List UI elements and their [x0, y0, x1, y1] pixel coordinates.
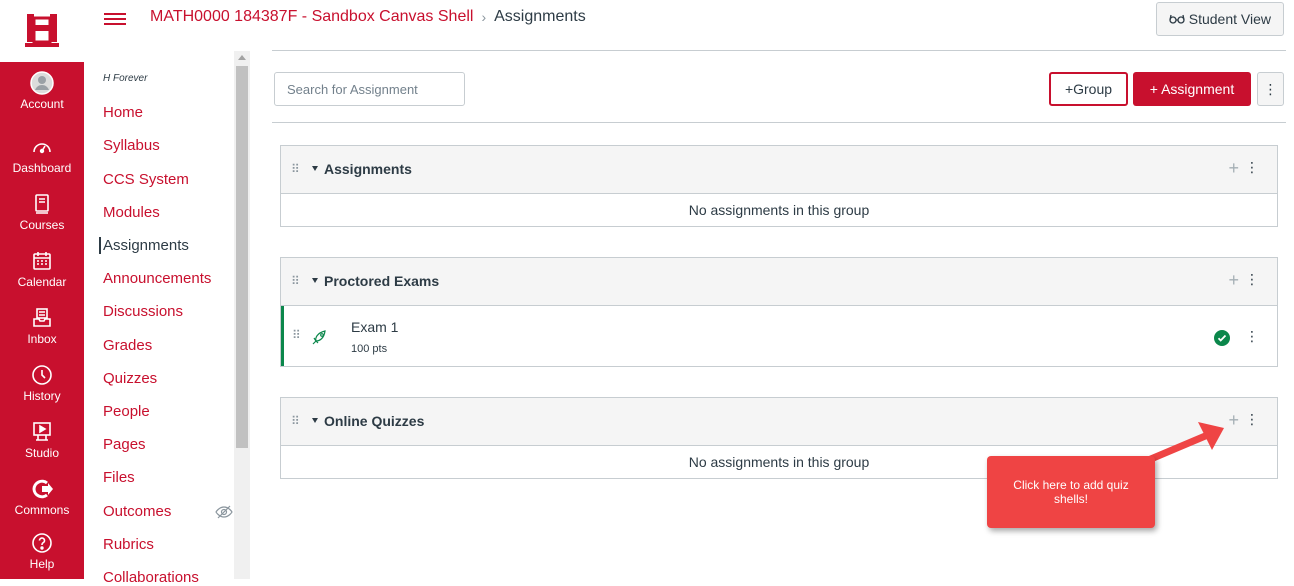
drag-handle-icon[interactable]: ⠿ [291, 414, 301, 428]
global-nav-label: Commons [14, 502, 70, 517]
course-nav: H Forever Home Syllabus CCS System Modul… [84, 51, 234, 586]
global-nav-history[interactable]: History [0, 354, 84, 411]
published-check-icon[interactable] [1214, 330, 1230, 346]
drag-handle-icon[interactable]: ⠿ [291, 162, 301, 176]
add-assignment-button[interactable]: + Assignment [1133, 72, 1251, 106]
assignment-group-header[interactable]: ⠿ Assignments + ⋮ [281, 146, 1277, 194]
annotation-callout: Click here to add quiz shells! [987, 456, 1155, 528]
commons-icon [32, 479, 53, 498]
course-nav-assignments[interactable]: Assignments [99, 237, 189, 254]
assignment-group-title: Online Quizzes [324, 413, 425, 429]
calendar-icon [33, 251, 51, 270]
drag-handle-icon[interactable]: ⠿ [291, 274, 301, 288]
course-nav-pages[interactable]: Pages [103, 436, 146, 453]
add-group-button[interactable]: +Group [1049, 72, 1128, 106]
studio-icon [33, 421, 51, 441]
header-divider [272, 50, 1286, 51]
caret-down-icon[interactable] [312, 418, 318, 423]
account-icon [30, 70, 54, 95]
course-nav-home[interactable]: Home [103, 104, 143, 121]
assignment-group-header[interactable]: ⠿ Proctored Exams + ⋮ [281, 258, 1277, 306]
course-nav-outcomes[interactable]: Outcomes [103, 503, 171, 520]
global-nav-courses[interactable]: Courses [0, 183, 84, 240]
toolbar-divider [272, 122, 1286, 123]
assignment-points: 100 pts [351, 343, 388, 355]
global-nav-dashboard[interactable]: Dashboard [0, 126, 84, 183]
student-view-label: Student View [1188, 11, 1271, 27]
group-menu-icon[interactable]: ⋮ [1245, 271, 1259, 288]
breadcrumb-course-link[interactable]: MATH0000 184387F - Sandbox Canvas Shell [150, 8, 473, 26]
global-nav-help[interactable]: Help [0, 522, 84, 579]
global-nav-commons[interactable]: Commons [0, 468, 84, 525]
global-nav-account[interactable]: Account [0, 62, 84, 119]
global-nav-label: History [23, 388, 61, 403]
global-nav-label: Studio [24, 445, 60, 460]
caret-down-icon[interactable] [312, 166, 318, 171]
assignment-title-link[interactable]: Exam 1 [351, 319, 398, 335]
scroll-up-arrow-icon[interactable] [238, 55, 246, 60]
help-icon [32, 532, 52, 553]
breadcrumb-separator: › [481, 9, 487, 25]
inbox-icon [33, 307, 51, 327]
global-nav-label: Calendar [17, 274, 67, 289]
course-nav-announcements[interactable]: Announcements [103, 270, 211, 287]
course-nav-grades[interactable]: Grades [103, 337, 152, 354]
assignment-group-title: Proctored Exams [324, 273, 440, 289]
course-nav-syllabus[interactable]: Syllabus [103, 137, 160, 154]
global-nav-studio[interactable]: Studio [0, 411, 84, 468]
assignment-group-title: Assignments [324, 161, 412, 177]
course-nav-rubrics[interactable]: Rubrics [103, 536, 154, 553]
page-header: MATH0000 184387F - Sandbox Canvas Shell … [84, 0, 1294, 50]
glasses-icon [1169, 14, 1185, 24]
global-nav-label: Courses [19, 217, 65, 232]
course-nav-ccs-system[interactable]: CCS System [103, 171, 189, 188]
course-nav-collaborations[interactable]: Collaborations [103, 569, 199, 586]
settings-menu-button[interactable]: ⋮ [1257, 72, 1284, 106]
add-to-group-icon[interactable]: + [1228, 270, 1239, 291]
breadcrumb-current: Assignments [494, 8, 586, 25]
group-menu-icon[interactable]: ⋮ [1245, 159, 1259, 176]
empty-group-message: No assignments in this group [688, 202, 870, 218]
course-nav-files[interactable]: Files [103, 469, 135, 486]
hamburger-menu-icon[interactable] [104, 10, 126, 28]
global-nav-label: Help [29, 556, 55, 571]
caret-down-icon[interactable] [312, 278, 318, 283]
dashboard-icon [33, 142, 51, 153]
assignment-group: ⠿ Proctored Exams + ⋮ ⠿ Exam 1 100 pts ⋮ [280, 257, 1278, 367]
course-nav-subtitle: H Forever [103, 73, 148, 84]
university-logo[interactable] [0, 0, 84, 62]
global-nav-label: Inbox [27, 331, 57, 346]
assignment-group: ⠿ Assignments + ⋮ No assignments in this… [280, 145, 1278, 227]
global-nav-calendar[interactable]: Calendar [0, 240, 84, 297]
assignment-menu-icon[interactable]: ⋮ [1245, 328, 1259, 345]
course-nav-modules[interactable]: Modules [103, 204, 160, 221]
quiz-rocket-icon [312, 330, 326, 345]
global-nav-label: Account [20, 96, 64, 111]
breadcrumb: MATH0000 184387F - Sandbox Canvas Shell … [150, 8, 586, 26]
global-nav-label: Dashboard [12, 160, 72, 175]
drag-handle-icon[interactable]: ⠿ [292, 328, 302, 342]
add-to-group-icon[interactable]: + [1228, 158, 1239, 179]
course-nav-discussions[interactable]: Discussions [103, 303, 183, 320]
group-menu-icon[interactable]: ⋮ [1245, 411, 1259, 428]
global-nav: Account Dashboard Courses Calendar Inbox… [0, 0, 84, 579]
course-nav-quizzes[interactable]: Quizzes [103, 370, 157, 387]
eye-slash-icon [215, 505, 233, 519]
history-icon [32, 364, 52, 385]
global-nav-inbox[interactable]: Inbox [0, 297, 84, 354]
student-view-button[interactable]: Student View [1155, 2, 1284, 36]
courses-icon [35, 193, 49, 214]
course-nav-scrollbar-thumb[interactable] [236, 66, 248, 448]
assignment-row[interactable]: ⠿ Exam 1 100 pts ⋮ [281, 306, 1277, 366]
course-nav-people[interactable]: People [103, 403, 150, 420]
search-assignment-input[interactable] [274, 72, 465, 106]
